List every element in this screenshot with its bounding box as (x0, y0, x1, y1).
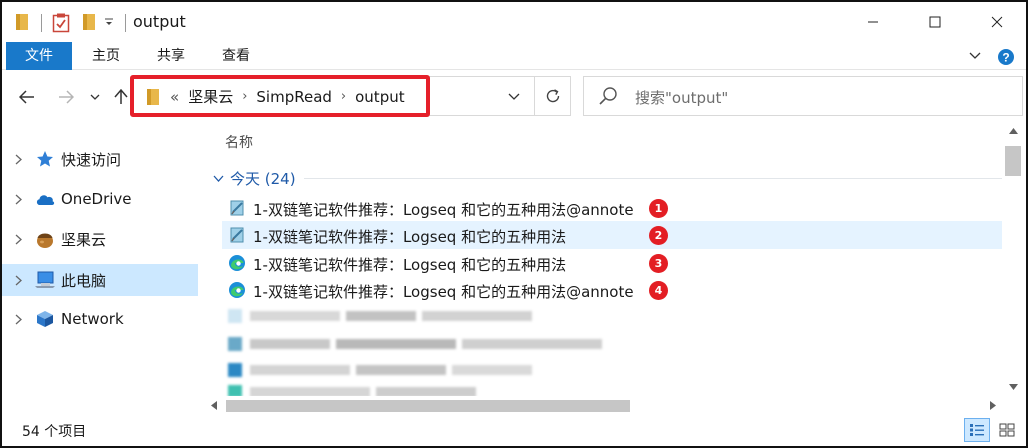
file-row[interactable]: 1-双链笔记软件推荐：Logseq 和它的五种用法 2 (222, 221, 1002, 249)
item-count: 54 个项目 (22, 424, 87, 440)
divider (304, 178, 1002, 179)
customize-toolbar-icon[interactable] (102, 12, 116, 32)
properties-icon[interactable] (50, 12, 72, 34)
chevron-down-icon[interactable] (212, 172, 224, 184)
number-badge: 3 (649, 254, 668, 273)
scrollbar-thumb[interactable] (226, 400, 630, 412)
sidebar-item-onedrive[interactable]: OneDrive (2, 183, 198, 215)
notepad-icon (228, 199, 246, 217)
scroll-up-arrow[interactable] (1006, 124, 1020, 138)
back-button[interactable] (14, 82, 40, 112)
chevron-right-icon[interactable] (13, 312, 23, 326)
number-badge: 2 (649, 226, 668, 245)
minimize-button[interactable] (850, 2, 896, 42)
number-badge: 1 (649, 199, 668, 218)
tab-home[interactable]: 主页 (78, 42, 134, 70)
edge-icon (228, 254, 246, 272)
number-badge: 4 (649, 281, 668, 300)
title-bar: output (2, 2, 1026, 42)
sidebar-item-this-pc[interactable]: 此电脑 (2, 264, 198, 296)
details-view-button[interactable] (964, 418, 990, 442)
close-button[interactable] (974, 2, 1020, 42)
network-icon (35, 309, 55, 329)
nut-icon (35, 229, 55, 249)
highlight-annotation (130, 75, 430, 117)
new-folder-icon[interactable] (79, 12, 99, 32)
sidebar-item-label: 快速访问 (61, 150, 122, 169)
column-header-name[interactable]: 名称 (225, 132, 253, 152)
sidebar-item-label: OneDrive (61, 190, 132, 208)
edge-icon (228, 281, 246, 299)
blurred-file-rows (228, 309, 602, 397)
scroll-down-arrow[interactable] (1006, 380, 1020, 394)
divider (125, 14, 126, 32)
notepad-icon (228, 226, 246, 244)
help-icon[interactable]: ? (996, 47, 1016, 67)
folder-icon[interactable] (12, 12, 32, 32)
group-label: 今天 (24) (230, 169, 296, 188)
file-row[interactable]: 1-双链笔记软件推荐：Logseq 和它的五种用法@annote 4 (222, 276, 1002, 304)
ribbon-tabs: 文件 主页 共享 查看 ? (2, 42, 1026, 70)
forward-button[interactable] (53, 82, 79, 112)
sidebar-item-jianguoyun[interactable]: 坚果云 (2, 223, 198, 255)
tab-view[interactable]: 查看 (208, 42, 264, 70)
sidebar-item-label: 此电脑 (61, 271, 107, 290)
sidebar-item-label: Network (61, 310, 124, 328)
expand-ribbon-icon[interactable] (966, 47, 984, 65)
file-name: 1-双链笔记软件推荐：Logseq 和它的五种用法 (253, 228, 567, 246)
tab-file[interactable]: 文件 (6, 42, 72, 70)
cloud-icon (35, 189, 55, 209)
large-icons-view-button[interactable] (994, 418, 1020, 442)
window-title: output (133, 12, 186, 31)
file-row[interactable]: 1-双链笔记软件推荐：Logseq 和它的五种用法 3 (222, 249, 1002, 277)
divider (41, 14, 42, 32)
scroll-left-arrow[interactable] (207, 398, 221, 412)
svg-text:?: ? (1002, 51, 1009, 65)
maximize-button[interactable] (912, 2, 958, 42)
sidebar-item-label: 坚果云 (61, 230, 107, 249)
scroll-right-arrow[interactable] (986, 398, 1000, 412)
star-icon (35, 149, 55, 169)
address-history-dropdown[interactable] (503, 86, 525, 108)
recent-locations-button[interactable] (84, 82, 106, 112)
search-icon (598, 86, 618, 106)
file-name: 1-双链笔记软件推荐：Logseq 和它的五种用法 (253, 256, 567, 274)
file-name: 1-双链笔记软件推荐：Logseq 和它的五种用法@annote (253, 283, 634, 301)
sidebar-item-network[interactable]: Network (2, 303, 198, 335)
chevron-right-icon[interactable] (13, 273, 23, 287)
chevron-right-icon[interactable] (13, 192, 23, 206)
file-row[interactable]: 1-双链笔记软件推荐：Logseq 和它的五种用法@annote 1 (222, 194, 1002, 222)
tab-share[interactable]: 共享 (143, 42, 199, 70)
group-header[interactable]: 今天 (24) (212, 168, 296, 188)
scrollbar-thumb[interactable] (1005, 146, 1021, 176)
sidebar-item-quick-access[interactable]: 快速访问 (2, 143, 198, 175)
chevron-right-icon[interactable] (13, 232, 23, 246)
computer-icon (35, 270, 55, 290)
refresh-button[interactable] (534, 76, 570, 116)
search-placeholder[interactable]: 搜索"output" (635, 87, 728, 108)
file-name: 1-双链笔记软件推荐：Logseq 和它的五种用法@annote (253, 201, 634, 219)
chevron-right-icon[interactable] (13, 152, 23, 166)
